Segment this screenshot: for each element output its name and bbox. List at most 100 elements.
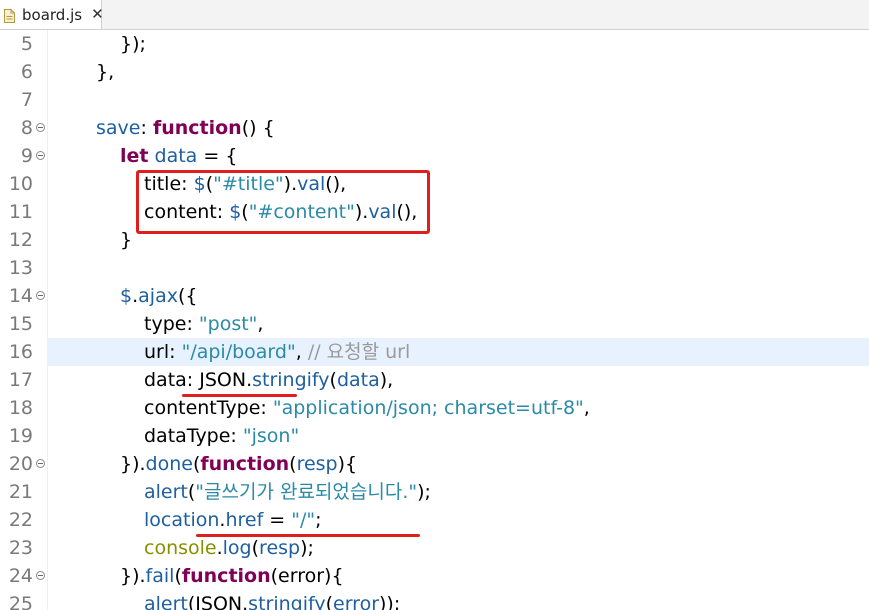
code-token: let bbox=[120, 145, 149, 167]
code-token: alert bbox=[144, 481, 188, 503]
code-token: function bbox=[181, 565, 271, 587]
code-token: dataType: bbox=[144, 425, 243, 447]
code-line[interactable]: 23 console.log(resp); bbox=[0, 534, 869, 562]
code-line[interactable]: 17 data: JSON.stringify(data), bbox=[0, 366, 869, 394]
line-number: 24 bbox=[8, 565, 33, 587]
code-line[interactable]: 21 alert("글쓰기가 완료되었습니다."); bbox=[0, 478, 869, 506]
line-number: 8 bbox=[20, 117, 33, 139]
code-text: url: "/api/board", // 요청할 url bbox=[144, 338, 410, 366]
code-token: ({ bbox=[177, 285, 198, 307]
code-token: error bbox=[333, 593, 380, 610]
line-number: 15 bbox=[8, 313, 33, 335]
annotation-box-data-fields bbox=[136, 170, 430, 234]
code-token: done bbox=[145, 453, 193, 475]
line-number-gutter: 20 bbox=[0, 450, 47, 478]
code-line[interactable]: 19 dataType: "json" bbox=[0, 422, 869, 450]
editor-tab-bar: board.js ✕ bbox=[0, 0, 869, 30]
code-line[interactable]: 12} bbox=[0, 226, 869, 254]
line-number-gutter: 25 bbox=[0, 590, 47, 610]
line-number-gutter: 6 bbox=[0, 58, 47, 86]
code-token: } bbox=[120, 229, 133, 251]
code-text: let data = { bbox=[120, 142, 237, 170]
line-number-gutter: 12 bbox=[0, 226, 47, 254]
line-number-gutter: 18 bbox=[0, 394, 47, 422]
fold-toggle-icon[interactable] bbox=[36, 571, 45, 580]
line-number: 17 bbox=[8, 369, 33, 391]
code-token: , bbox=[583, 397, 590, 419]
code-token: contentType: bbox=[144, 397, 273, 419]
code-token: , bbox=[295, 341, 308, 363]
tab-file-name: board.js bbox=[22, 5, 83, 24]
code-token: resp bbox=[296, 453, 338, 475]
line-number: 25 bbox=[8, 593, 33, 610]
code-token: : bbox=[140, 117, 153, 139]
line-number-gutter: 14 bbox=[0, 282, 47, 310]
code-token: ; bbox=[315, 509, 322, 531]
code-token: }). bbox=[120, 453, 146, 475]
code-line[interactable]: 18 contentType: "application/json; charse… bbox=[0, 394, 869, 422]
code-line[interactable]: 9 let data = { bbox=[0, 142, 869, 170]
annotation-underline-url bbox=[182, 394, 297, 397]
line-number: 14 bbox=[8, 285, 33, 307]
code-text: }); bbox=[120, 30, 146, 58]
code-line[interactable]: 16 url: "/api/board", // 요청할 url bbox=[0, 338, 869, 366]
close-icon[interactable]: ✕ bbox=[91, 7, 104, 22]
code-token: data bbox=[336, 369, 380, 391]
code-token: )); bbox=[379, 593, 401, 610]
fold-toggle-icon[interactable] bbox=[36, 151, 45, 160]
code-text: console.log(resp); bbox=[144, 534, 314, 562]
line-number: 16 bbox=[8, 341, 33, 363]
code-token: console bbox=[144, 537, 217, 559]
code-line[interactable]: 20}).done(function(resp){ bbox=[0, 450, 869, 478]
code-token: ( bbox=[289, 453, 297, 475]
code-line[interactable]: 24}).fail(function(error){ bbox=[0, 562, 869, 590]
fold-toggle-icon[interactable] bbox=[36, 123, 45, 132]
line-number: 13 bbox=[8, 257, 33, 279]
code-line[interactable]: 15 type: "post", bbox=[0, 310, 869, 338]
line-number-gutter: 9 bbox=[0, 142, 47, 170]
line-number-gutter: 8 bbox=[0, 114, 47, 142]
line-number: 10 bbox=[8, 173, 33, 195]
js-file-icon bbox=[4, 8, 15, 23]
code-token: () { bbox=[241, 117, 275, 139]
code-line[interactable]: 13 bbox=[0, 254, 869, 282]
fold-toggle-icon[interactable] bbox=[36, 291, 45, 300]
code-token: ); bbox=[300, 537, 314, 559]
code-line[interactable]: 5}); bbox=[0, 30, 869, 58]
code-token: , bbox=[257, 313, 264, 335]
code-text: } bbox=[120, 226, 132, 254]
code-token: = { bbox=[197, 145, 238, 167]
code-line[interactable]: 10 title: $("#title").val(), bbox=[0, 170, 869, 198]
code-token: alert bbox=[144, 593, 188, 610]
code-line[interactable]: 11 content: $("#content").val(), bbox=[0, 198, 869, 226]
code-line[interactable]: 7 bbox=[0, 86, 869, 114]
code-token: ( bbox=[329, 369, 337, 391]
code-token: "/api/board" bbox=[181, 341, 296, 363]
line-number-gutter: 7 bbox=[0, 86, 47, 114]
code-line[interactable]: 22 location.href = "/"; bbox=[0, 506, 869, 534]
code-token: ( bbox=[251, 537, 260, 559]
code-text: type: "post", bbox=[144, 310, 263, 338]
code-token: ( bbox=[174, 565, 182, 587]
line-number-gutter: 15 bbox=[0, 310, 47, 338]
line-number: 11 bbox=[8, 201, 33, 223]
line-number-gutter: 23 bbox=[0, 534, 47, 562]
code-token: $ bbox=[120, 285, 133, 307]
fold-toggle-icon[interactable] bbox=[36, 459, 45, 468]
code-token: }, bbox=[96, 61, 115, 83]
annotation-underline-alert bbox=[196, 534, 420, 537]
code-line[interactable]: 6}, bbox=[0, 58, 869, 86]
code-editor[interactable]: 5}); 6}, 7 8 save: function() {9 let data = {… bbox=[0, 30, 869, 610]
code-token: // 요청할 url bbox=[307, 341, 411, 363]
code-line[interactable]: 25 alert(JSON.stringify(error)); bbox=[0, 590, 869, 610]
code-line[interactable]: 8 save: function() { bbox=[0, 114, 869, 142]
line-number: 20 bbox=[8, 453, 33, 475]
code-token: data: JSON. bbox=[144, 369, 253, 391]
code-token: data bbox=[154, 145, 198, 167]
code-line[interactable]: 14 $.ajax({ bbox=[0, 282, 869, 310]
code-text: dataType: "json" bbox=[144, 422, 299, 450]
tab-board-js[interactable]: board.js ✕ bbox=[0, 0, 104, 29]
code-token: }); bbox=[120, 33, 146, 55]
code-token: "application/json; charset=utf-8" bbox=[272, 397, 584, 419]
code-token: "/" bbox=[291, 509, 316, 531]
